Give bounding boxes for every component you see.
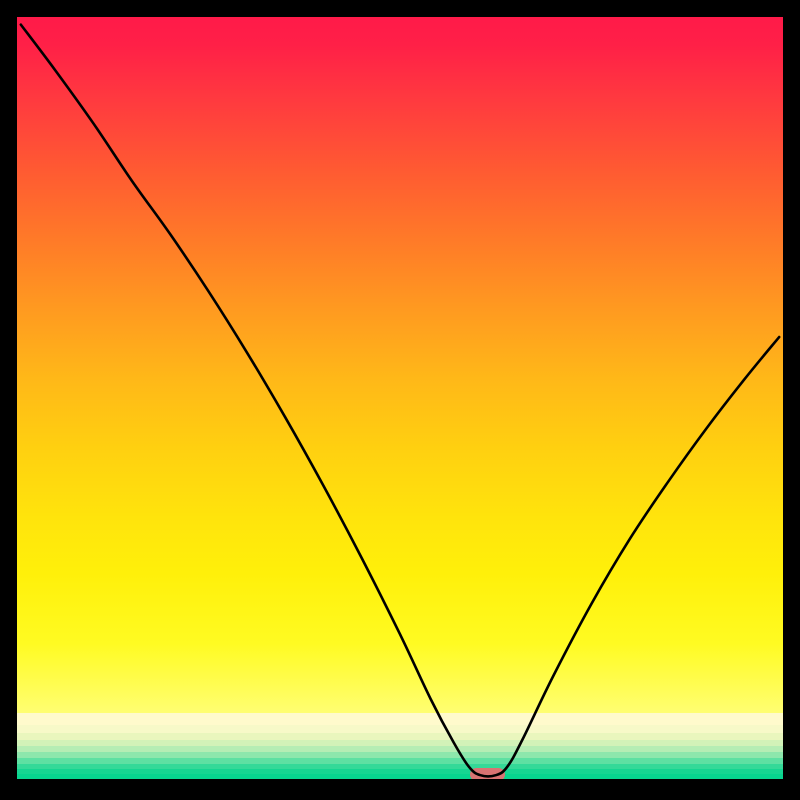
chart-frame: TheBottleneck.com <box>17 17 783 783</box>
bottleneck-curve <box>21 25 779 777</box>
plot-area <box>17 17 783 779</box>
curve-svg <box>17 17 783 779</box>
